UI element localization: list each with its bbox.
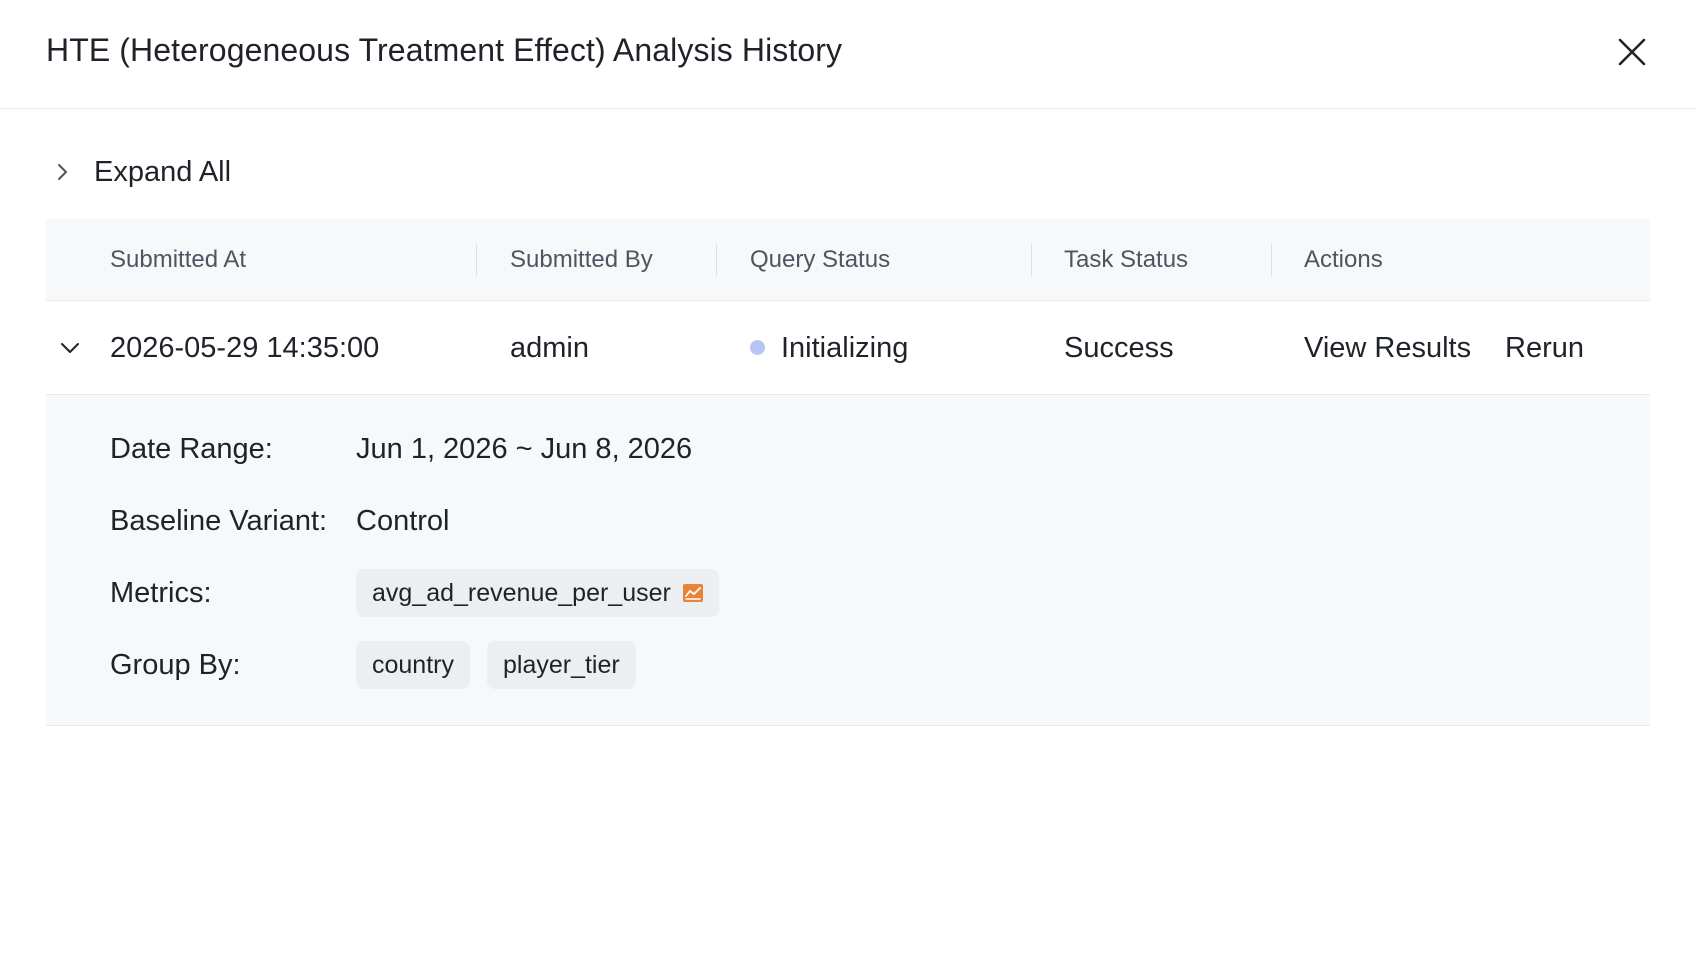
column-header-query-status: Query Status — [750, 246, 891, 273]
expand-all-label: Expand All — [94, 155, 232, 188]
submitted-by-cell: admin — [510, 332, 589, 364]
column-divider — [476, 244, 477, 276]
task-status-cell: Success — [1064, 332, 1174, 364]
history-table: Submitted At Submitted By Query Status T… — [46, 218, 1650, 726]
detail-metrics: Metrics: avg_ad_revenue_per_user — [110, 569, 736, 617]
column-divider — [1031, 244, 1032, 276]
detail-label: Group By: — [110, 648, 241, 681]
detail-label: Date Range: — [110, 432, 273, 465]
close-button[interactable] — [1612, 32, 1652, 72]
chevron-down-icon — [61, 343, 79, 353]
query-status-cell: Initializing — [750, 301, 908, 395]
close-icon — [1618, 38, 1646, 66]
view-results-link[interactable]: View Results — [1304, 301, 1471, 395]
expand-all-button[interactable]: Expand All — [46, 152, 231, 192]
column-divider — [716, 244, 717, 276]
detail-label: Baseline Variant: — [110, 504, 328, 537]
dialog-title: HTE (Heterogeneous Treatment Effect) Ana… — [46, 32, 843, 68]
row-collapse-button[interactable] — [54, 332, 86, 364]
column-header-submitted-by: Submitted By — [510, 246, 653, 273]
submitted-at-cell: 2026-05-29 14:35:00 — [110, 332, 380, 364]
detail-date-range: Date Range: Jun 1, 2026 ~ Jun 8, 2026 — [110, 425, 692, 473]
metric-tag: avg_ad_revenue_per_user — [356, 569, 719, 617]
row-details-panel: Date Range: Jun 1, 2026 ~ Jun 8, 2026 Ba… — [46, 395, 1650, 726]
table-row: 2026-05-29 14:35:00 admin Initializing S… — [46, 301, 1650, 395]
hte-history-dialog: HTE (Heterogeneous Treatment Effect) Ana… — [0, 0, 1696, 976]
column-header-task-status: Task Status — [1064, 246, 1189, 273]
date-range-value: Jun 1, 2026 ~ Jun 8, 2026 — [356, 432, 693, 465]
status-dot-icon — [750, 339, 765, 355]
query-status-text: Initializing — [781, 332, 909, 364]
metric-tag-label: avg_ad_revenue_per_user — [372, 578, 671, 607]
chevron-right-icon — [46, 156, 78, 188]
baseline-variant-value: Control — [356, 504, 450, 537]
group-by-tag: country — [356, 641, 470, 689]
rerun-link[interactable]: Rerun — [1505, 301, 1584, 395]
detail-baseline-variant: Baseline Variant: Control — [110, 497, 450, 545]
detail-label: Metrics: — [110, 576, 212, 609]
detail-group-by: Group By: country player_tier — [110, 641, 653, 689]
group-by-tag: player_tier — [486, 641, 636, 689]
column-header-submitted-at: Submitted At — [110, 246, 247, 273]
metrics-tags: avg_ad_revenue_per_user — [356, 569, 736, 617]
dialog-header: HTE (Heterogeneous Treatment Effect) Ana… — [0, 0, 1696, 109]
column-divider — [1271, 244, 1272, 276]
table-header: Submitted At Submitted By Query Status T… — [46, 218, 1650, 301]
column-header-actions: Actions — [1304, 246, 1383, 273]
trend-chart-icon — [682, 584, 703, 602]
group-by-tags: country player_tier — [356, 641, 653, 689]
